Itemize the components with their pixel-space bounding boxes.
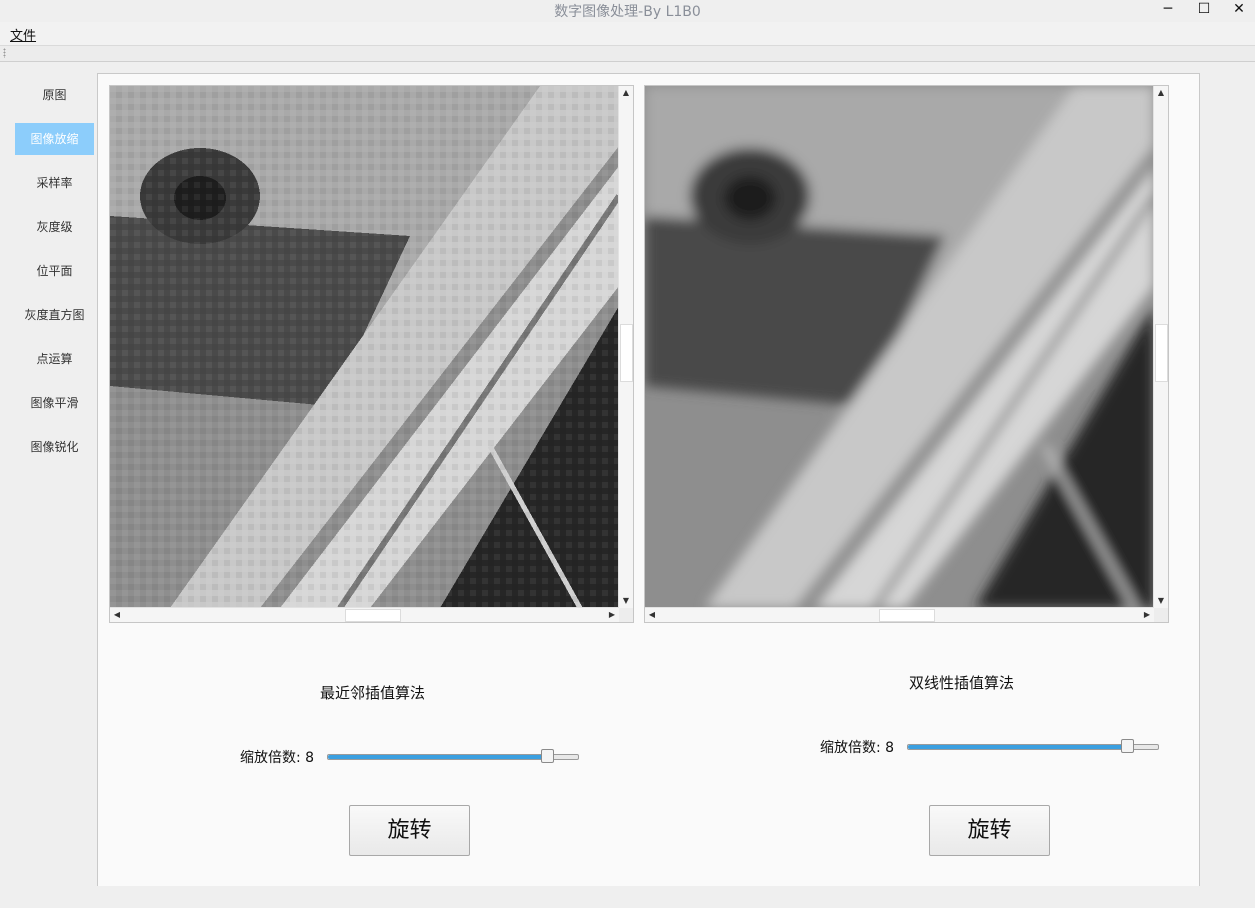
scroll-corner	[1154, 608, 1168, 622]
scroll-corner	[619, 608, 633, 622]
maximize-button[interactable]: ☐	[1189, 0, 1219, 20]
left-zoom-slider-handle[interactable]	[541, 749, 554, 763]
left-vertical-scrollbar[interactable]: ▲ ▼	[618, 86, 633, 608]
scroll-left-icon[interactable]: ◀	[110, 608, 124, 622]
menu-file[interactable]: 文件	[10, 25, 36, 44]
left-horizontal-scrollbar[interactable]: ◀ ▶	[110, 607, 619, 622]
sidebar-item-bit-plane[interactable]: 位平面	[15, 255, 94, 287]
right-horizontal-scroll-thumb[interactable]	[879, 609, 935, 622]
window-title: 数字图像处理-By L1B0	[554, 4, 701, 20]
close-button[interactable]: ✕	[1224, 0, 1254, 20]
toolbar	[0, 46, 1255, 62]
right-zoom-slider[interactable]	[907, 739, 1159, 753]
scroll-up-icon[interactable]: ▲	[1154, 86, 1168, 100]
scroll-left-icon[interactable]: ◀	[645, 608, 659, 622]
nearest-neighbor-image	[110, 86, 619, 608]
left-zoom-slider[interactable]	[327, 749, 579, 763]
bilinear-image	[645, 86, 1154, 608]
sidebar-item-gray-level[interactable]: 灰度级	[15, 211, 94, 243]
right-horizontal-scrollbar[interactable]: ◀ ▶	[645, 607, 1154, 622]
right-zoom-label: 缩放倍数: 8	[820, 740, 895, 756]
scroll-down-icon[interactable]: ▼	[1154, 594, 1168, 608]
scroll-down-icon[interactable]: ▼	[619, 594, 633, 608]
scroll-up-icon[interactable]: ▲	[619, 86, 633, 100]
right-vertical-scrollbar[interactable]: ▲ ▼	[1153, 86, 1168, 608]
right-rotate-button[interactable]: 旋转	[929, 805, 1050, 856]
scroll-right-icon[interactable]: ▶	[1140, 608, 1154, 622]
left-vertical-scroll-thumb[interactable]	[620, 324, 633, 382]
sidebar-item-point-op[interactable]: 点运算	[15, 343, 94, 375]
left-zoom-label: 缩放倍数: 8	[240, 750, 315, 766]
right-vertical-scroll-thumb[interactable]	[1155, 324, 1168, 382]
left-rotate-button[interactable]: 旋转	[349, 805, 470, 856]
sidebar-item-scaling[interactable]: 图像放缩	[15, 123, 94, 155]
nearest-neighbor-label: 最近邻插值算法	[320, 684, 426, 702]
right-zoom-slider-handle[interactable]	[1121, 739, 1134, 753]
sidebar-item-smoothing[interactable]: 图像平滑	[15, 387, 94, 419]
bilinear-label: 双线性插值算法	[909, 674, 1015, 692]
sidebar-item-sharpening[interactable]: 图像锐化	[15, 431, 94, 463]
nearest-neighbor-viewer[interactable]: ▲ ▼ ◀ ▶	[109, 85, 634, 623]
sidebar-item-original[interactable]: 原图	[15, 79, 94, 111]
title-bar: 数字图像处理-By L1B0 ─ ☐ ✕	[0, 0, 1255, 22]
left-horizontal-scroll-thumb[interactable]	[345, 609, 401, 622]
bilinear-viewer[interactable]: ▲ ▼ ◀ ▶	[644, 85, 1169, 623]
sidebar-item-histogram[interactable]: 灰度直方图	[15, 299, 94, 331]
main-content: ▲ ▼ ◀ ▶ ▲ ▼ ◀ ▶ 最近邻插值算法 缩放倍数: 8 旋转 双线性插值…	[97, 73, 1200, 886]
menu-bar: 文件	[0, 22, 1255, 46]
minimize-button[interactable]: ─	[1153, 0, 1183, 20]
sidebar-item-sampling[interactable]: 采样率	[15, 167, 94, 199]
scroll-right-icon[interactable]: ▶	[605, 608, 619, 622]
toolbar-grip-icon[interactable]	[3, 48, 6, 58]
